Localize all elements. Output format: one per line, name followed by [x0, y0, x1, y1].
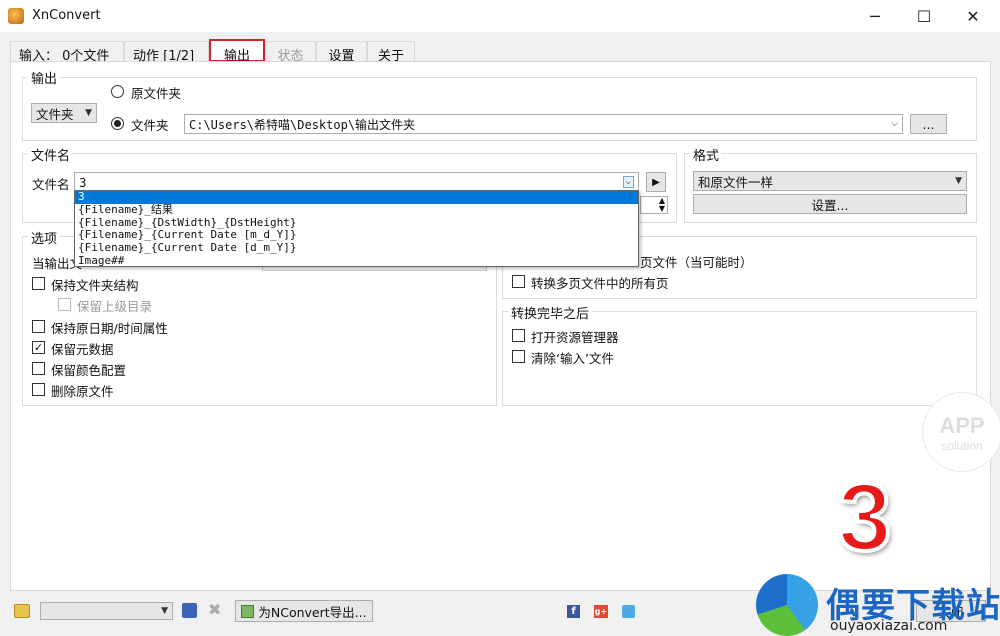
tab-input[interactable]: 输入： 0个文件 — [10, 41, 124, 64]
filename-label: 文件名 — [32, 177, 70, 192]
checkmark-icon: ✓ — [33, 341, 44, 354]
dropdown-item[interactable]: 3 — [75, 191, 638, 204]
app-solution-watermark: APP solution — [922, 392, 1000, 472]
dropdown-item[interactable]: {Filename}_{DstWidth}_{DstHeight} — [75, 217, 638, 230]
minimize-icon[interactable]: ─ — [852, 0, 898, 32]
open-folder-icon[interactable] — [14, 604, 30, 618]
output-path-combo[interactable]: C:\Users\希特喵\Desktop\输出文件夹 ⌵ — [184, 114, 903, 134]
multipage-checkbox-2[interactable] — [512, 275, 525, 288]
output-type-select[interactable]: 文件夹 ▼ — [31, 103, 97, 123]
preset-select[interactable]: ▼ — [40, 602, 173, 620]
delete-original-checkbox[interactable] — [32, 383, 45, 396]
chevron-down-icon: ▼ — [161, 606, 168, 616]
open-explorer-checkbox[interactable] — [512, 329, 525, 342]
multipage-label-2: 转换多页文件中的所有页 — [531, 276, 669, 291]
dropdown-item[interactable]: {Filename}_{Current Date [d_m_Y]} — [75, 242, 638, 255]
twitter-icon[interactable] — [622, 605, 635, 618]
keep-folder-structure-checkbox[interactable] — [32, 277, 45, 290]
tab-settings[interactable]: 设置 — [316, 41, 367, 64]
clear-input-label: 清除‘输入’文件 — [531, 351, 614, 366]
tab-actions[interactable]: 动作 [1/2] — [124, 41, 209, 64]
keep-datetime-checkbox[interactable] — [32, 320, 45, 333]
chevron-down-icon: ⌵ — [891, 119, 898, 129]
export-nconvert-label: 为NConvert导出... — [258, 604, 367, 620]
dropdown-item[interactable]: {Filename}_结果 — [75, 204, 638, 217]
site-url-text: ouyaoxiazai.com — [830, 618, 948, 634]
insert-token-arrow-icon[interactable]: ▶ — [646, 172, 666, 192]
browse-button[interactable]: ... — [910, 114, 947, 134]
options-group-label: 选项 — [28, 228, 61, 247]
facebook-icon[interactable]: f — [567, 605, 580, 618]
clear-input-checkbox[interactable] — [512, 350, 525, 363]
radio-original-folder[interactable] — [111, 85, 124, 98]
watermark-text-2: solution — [941, 439, 983, 453]
format-value: 和原文件一样 — [698, 174, 774, 190]
output-path-value: C:\Users\希特喵\Desktop\输出文件夹 — [189, 117, 416, 132]
delete-icon[interactable]: ✖ — [208, 600, 221, 619]
keep-metadata-label: 保留元数据 — [51, 342, 114, 357]
keep-folder-structure-label: 保持文件夹结构 — [51, 278, 139, 293]
output-type-value: 文件夹 — [36, 106, 74, 122]
chevron-down-icon: ▼ — [85, 108, 92, 118]
keep-color-profile-checkbox[interactable] — [32, 362, 45, 375]
keep-color-profile-label: 保留颜色配置 — [51, 363, 127, 378]
format-select[interactable]: 和原文件一样 ▼ — [693, 171, 967, 191]
tab-status[interactable]: 状态 — [265, 41, 316, 64]
keep-metadata-checkbox[interactable]: ✓ — [32, 341, 45, 354]
site-logo-icon — [756, 574, 818, 636]
window-title: XnConvert — [32, 8, 101, 23]
multipage-label-1: 页文件（当可能时） — [640, 255, 753, 270]
export-nconvert-button[interactable]: 为NConvert导出... — [235, 600, 373, 622]
tab-output[interactable]: 输出 — [209, 39, 265, 64]
title-bar: XnConvert ─ ☐ ✕ — [0, 0, 1000, 32]
google-plus-icon[interactable]: g+ — [594, 605, 608, 618]
radio-custom-folder[interactable] — [111, 117, 124, 130]
format-settings-button[interactable]: 设置... — [693, 194, 967, 214]
keep-datetime-label: 保持原日期/时间属性 — [51, 321, 168, 336]
chevron-down-icon: ▼ — [955, 176, 962, 186]
delete-original-label: 删除原文件 — [51, 384, 114, 399]
step-number-overlay: 3 — [836, 464, 893, 571]
dropdown-item[interactable]: Image## — [75, 255, 638, 268]
after-conversion-label: 转换完毕之后 — [508, 303, 593, 322]
radio-custom-folder-label: 文件夹 — [131, 118, 169, 133]
watermark-text-1: APP — [939, 413, 985, 438]
open-explorer-label: 打开资源管理器 — [531, 330, 619, 345]
export-icon — [241, 604, 255, 618]
filename-value: 3 — [79, 174, 87, 190]
keep-parent-dir-checkbox[interactable] — [58, 298, 71, 311]
app-icon — [8, 8, 24, 24]
output-group-label: 输出 — [28, 68, 61, 87]
dropdown-item[interactable]: {Filename}_{Current Date [m_d_Y]} — [75, 229, 638, 242]
chevron-down-icon[interactable]: ⌵ — [622, 176, 634, 188]
tab-about[interactable]: 关于 — [367, 41, 415, 64]
radio-original-folder-label: 原文件夹 — [131, 86, 182, 101]
maximize-icon[interactable]: ☐ — [901, 0, 947, 32]
keep-parent-dir-label: 保留上级目录 — [77, 299, 153, 314]
filename-dropdown-list: 3 {Filename}_结果 {Filename}_{DstWidth}_{D… — [74, 190, 639, 267]
filename-group-label: 文件名 — [28, 145, 74, 164]
close-icon[interactable]: ✕ — [950, 0, 996, 32]
format-group-label: 格式 — [690, 145, 723, 164]
filename-input[interactable]: 3 ⌵ — [74, 172, 639, 192]
save-icon[interactable] — [182, 603, 197, 618]
counter-spinner[interactable]: ▲ ▼ — [640, 196, 668, 214]
